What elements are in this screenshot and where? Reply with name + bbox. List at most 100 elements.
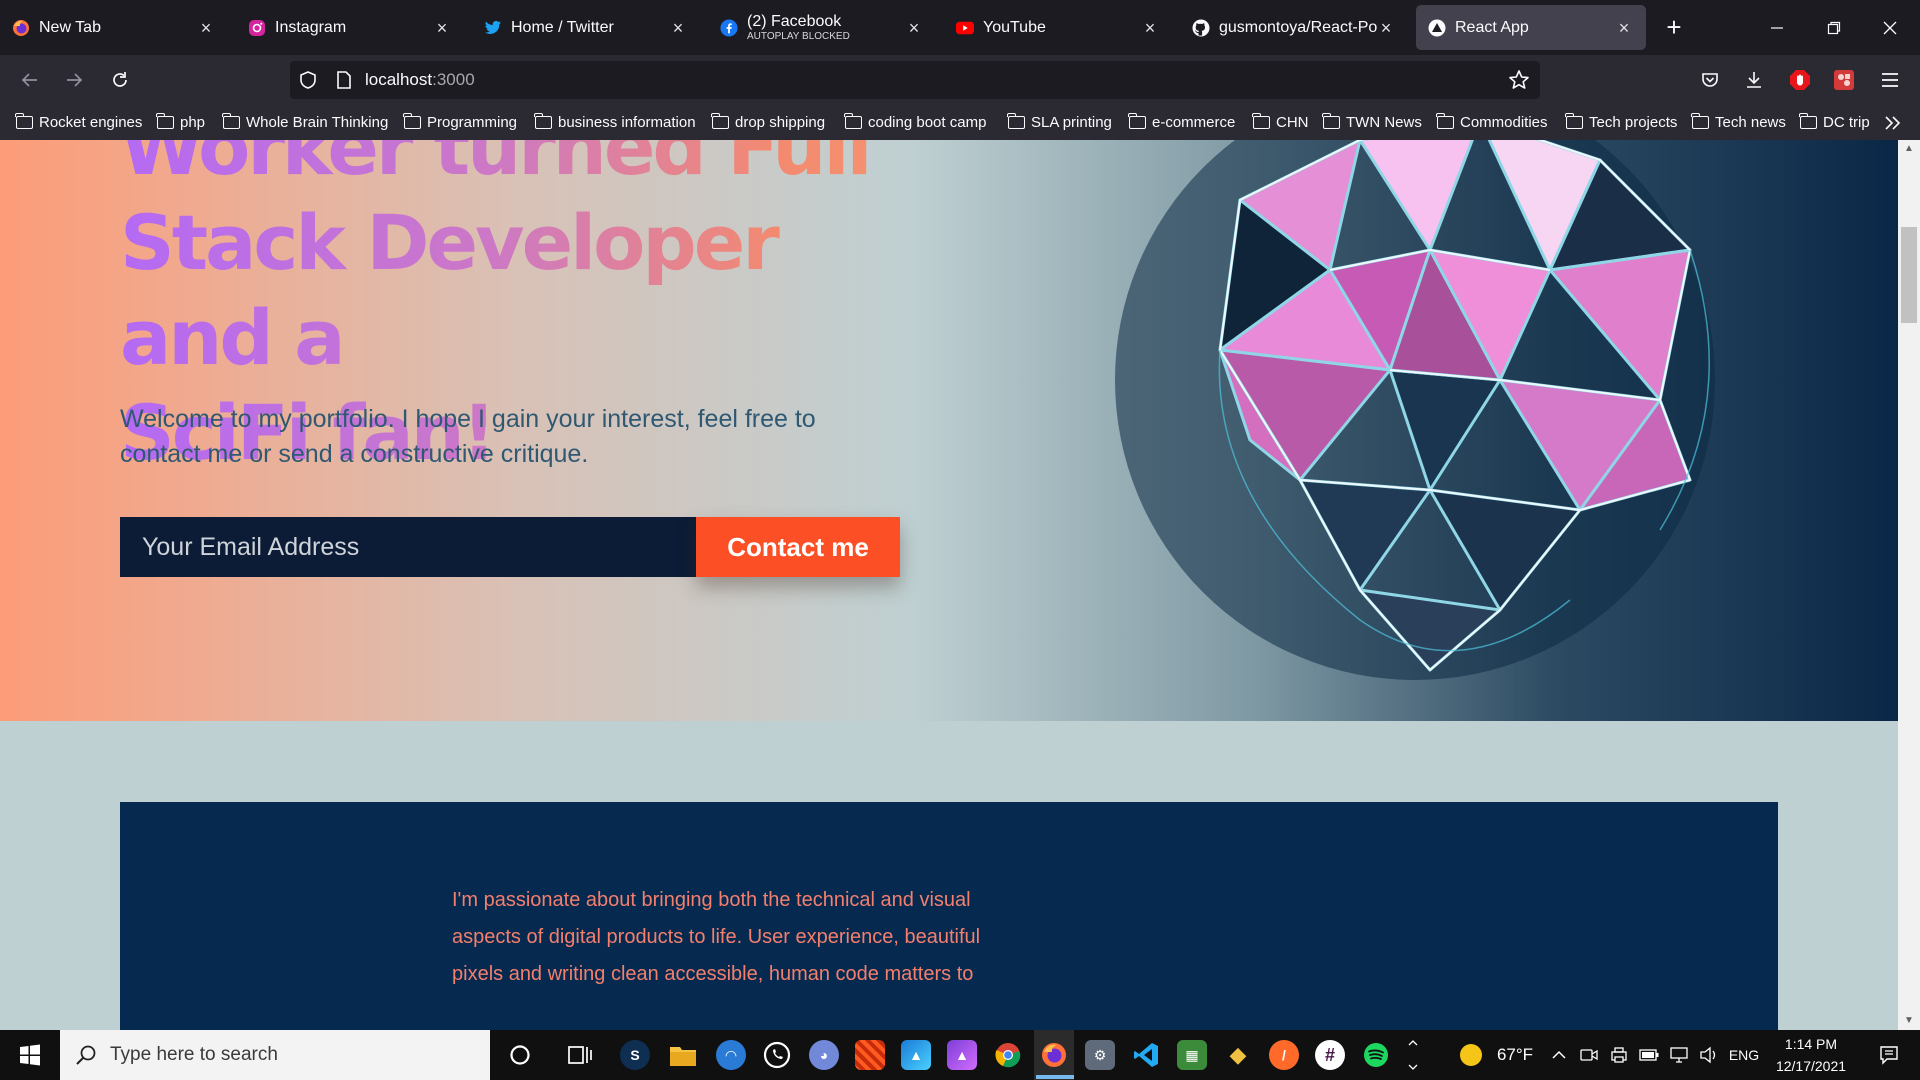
show-hidden-icons-chevron-icon[interactable] (1546, 1030, 1572, 1080)
battery-icon[interactable] (1636, 1030, 1662, 1080)
close-tab-icon[interactable]: × (1142, 19, 1158, 37)
bookmark-label: CHN (1276, 114, 1309, 131)
search-placeholder: Type here to search (110, 1044, 278, 1065)
task-view-icon[interactable] (560, 1030, 600, 1080)
weather-temperature[interactable]: 67°F (1490, 1030, 1540, 1080)
tab-youtube[interactable]: YouTube × (944, 5, 1172, 50)
youtube-icon (956, 19, 974, 37)
firefox-taskbar-icon[interactable] (1034, 1030, 1074, 1080)
whatsapp-icon[interactable] (757, 1030, 797, 1080)
bookmark-folder[interactable]: DC trip (1799, 105, 1870, 140)
steam-icon[interactable]: S (615, 1030, 655, 1080)
downloads-icon[interactable] (1738, 64, 1770, 96)
meet-now-icon[interactable] (1576, 1030, 1602, 1080)
tab-react-app[interactable]: React App × (1416, 5, 1646, 50)
close-tab-icon[interactable]: × (1378, 19, 1394, 37)
bookmark-label: php (180, 114, 206, 131)
taskbar-search-box[interactable]: Type here to search (60, 1030, 490, 1080)
bookmark-folder[interactable]: TWN News (1322, 105, 1422, 140)
page-info-icon[interactable] (336, 70, 352, 95)
hamburger-menu-icon[interactable] (1874, 64, 1906, 96)
tab-twitter[interactable]: Home / Twitter × (472, 5, 700, 50)
bookmark-folder[interactable]: CHN (1252, 105, 1309, 140)
windows-taskbar: Type here to search S ◠ ◕ ▲ ▲ ⚙ ▦ ◆ / # … (0, 1030, 1920, 1080)
tab-github[interactable]: gusmontoya/React-Portf × (1180, 5, 1408, 50)
page-scrollbar[interactable]: ▲ ▼ (1898, 140, 1920, 1030)
bookmark-folder[interactable]: php (156, 105, 206, 140)
bookmark-folder[interactable]: e-commerce (1128, 105, 1235, 140)
bookmark-folder[interactable]: Programming (403, 105, 517, 140)
affinity-photo-icon[interactable]: ▲ (942, 1030, 982, 1080)
affinity-designer-icon[interactable]: ▲ (896, 1030, 936, 1080)
close-tab-icon[interactable]: × (434, 19, 450, 37)
app-icon-orange[interactable]: / (1264, 1030, 1304, 1080)
back-arrow-icon[interactable] (14, 64, 46, 96)
extension-adblock-icon[interactable] (1784, 64, 1816, 96)
reload-icon[interactable] (104, 64, 136, 96)
folder-icon (222, 113, 240, 129)
app-icon-diamond[interactable]: ◆ (1218, 1030, 1258, 1080)
react-app-icon (1428, 19, 1446, 37)
url-text[interactable]: localhost:3000 (365, 61, 475, 99)
minimize-icon[interactable] (1757, 0, 1797, 55)
forward-arrow-icon[interactable] (58, 64, 90, 96)
app-icon-utility[interactable]: ⚙ (1080, 1030, 1120, 1080)
email-input[interactable] (120, 517, 698, 577)
scrollbar-thumb[interactable] (1901, 227, 1917, 323)
scroll-up-arrow-icon[interactable]: ▲ (1898, 140, 1920, 158)
discord-icon[interactable]: ◕ (804, 1030, 844, 1080)
taskbar-scroll-icon[interactable] (1402, 1030, 1424, 1080)
bookmark-folder[interactable]: Tech news (1691, 105, 1786, 140)
bookmark-label: TWN News (1346, 114, 1422, 131)
slack-icon[interactable]: # (1310, 1030, 1350, 1080)
contact-me-button[interactable]: Contact me (696, 517, 900, 577)
instagram-icon (248, 19, 266, 37)
bookmark-folder[interactable]: Whole Brain Thinking (222, 105, 388, 140)
pattern-app-icon[interactable] (850, 1030, 890, 1080)
vscode-icon[interactable] (1126, 1030, 1166, 1080)
bookmarks-overflow-chevron-icon[interactable] (1884, 105, 1902, 140)
folder-icon (1565, 113, 1583, 129)
folder-icon (1252, 113, 1270, 129)
pocket-icon[interactable] (1694, 64, 1726, 96)
bookmark-folder[interactable]: Commodities (1436, 105, 1548, 140)
tracking-protection-shield-icon[interactable] (298, 70, 318, 95)
new-tab-plus-icon[interactable]: + (1654, 0, 1694, 55)
bookmark-star-icon[interactable] (1508, 69, 1530, 96)
network-icon[interactable] (1666, 1030, 1692, 1080)
volume-icon[interactable] (1696, 1030, 1722, 1080)
tab-new-tab[interactable]: New Tab × (0, 5, 228, 50)
close-tab-icon[interactable]: × (670, 19, 686, 37)
restore-window-icon[interactable] (1814, 0, 1854, 55)
email-signup-form: Contact me (120, 517, 900, 577)
close-window-icon[interactable] (1870, 0, 1910, 55)
geodesic-sphere-illustration (1115, 140, 1715, 680)
chrome-icon[interactable] (988, 1030, 1028, 1080)
close-tab-icon[interactable]: × (906, 19, 922, 37)
extension-icon[interactable] (1828, 64, 1860, 96)
taskbar-clock[interactable]: 1:14 PM 12/17/2021 (1756, 1033, 1866, 1077)
bookmark-folder[interactable]: Tech projects (1565, 105, 1677, 140)
printer-tray-icon[interactable] (1606, 1030, 1632, 1080)
windows-start-icon[interactable] (0, 1030, 60, 1080)
bookmark-folder[interactable]: coding boot camp (844, 105, 986, 140)
weather-sun-icon[interactable] (1454, 1030, 1488, 1080)
app-icon-blue-dome[interactable]: ◠ (711, 1030, 751, 1080)
tab-instagram[interactable]: Instagram × (236, 5, 464, 50)
scroll-down-arrow-icon[interactable]: ▼ (1898, 1012, 1920, 1030)
close-tab-icon[interactable]: × (198, 19, 214, 37)
cortana-icon[interactable] (500, 1030, 540, 1080)
notifications-icon[interactable] (1866, 1030, 1912, 1080)
address-bar[interactable]: localhost:3000 (290, 61, 1540, 99)
bookmark-folder[interactable]: SLA printing (1007, 105, 1112, 140)
bookmark-folder[interactable]: business information (534, 105, 696, 140)
firefox-icon (12, 19, 30, 37)
file-explorer-icon[interactable] (663, 1030, 703, 1080)
close-tab-icon[interactable]: × (1616, 19, 1632, 37)
app-icon-green[interactable]: ▦ (1172, 1030, 1212, 1080)
spotify-icon[interactable] (1356, 1030, 1396, 1080)
bookmark-folder[interactable]: Rocket engines (15, 105, 142, 140)
bookmark-folder[interactable]: drop shipping (711, 105, 825, 140)
tab-title: React App (1455, 18, 1529, 36)
tab-facebook[interactable]: (2) Facebook AUTOPLAY BLOCKED × (708, 5, 936, 50)
